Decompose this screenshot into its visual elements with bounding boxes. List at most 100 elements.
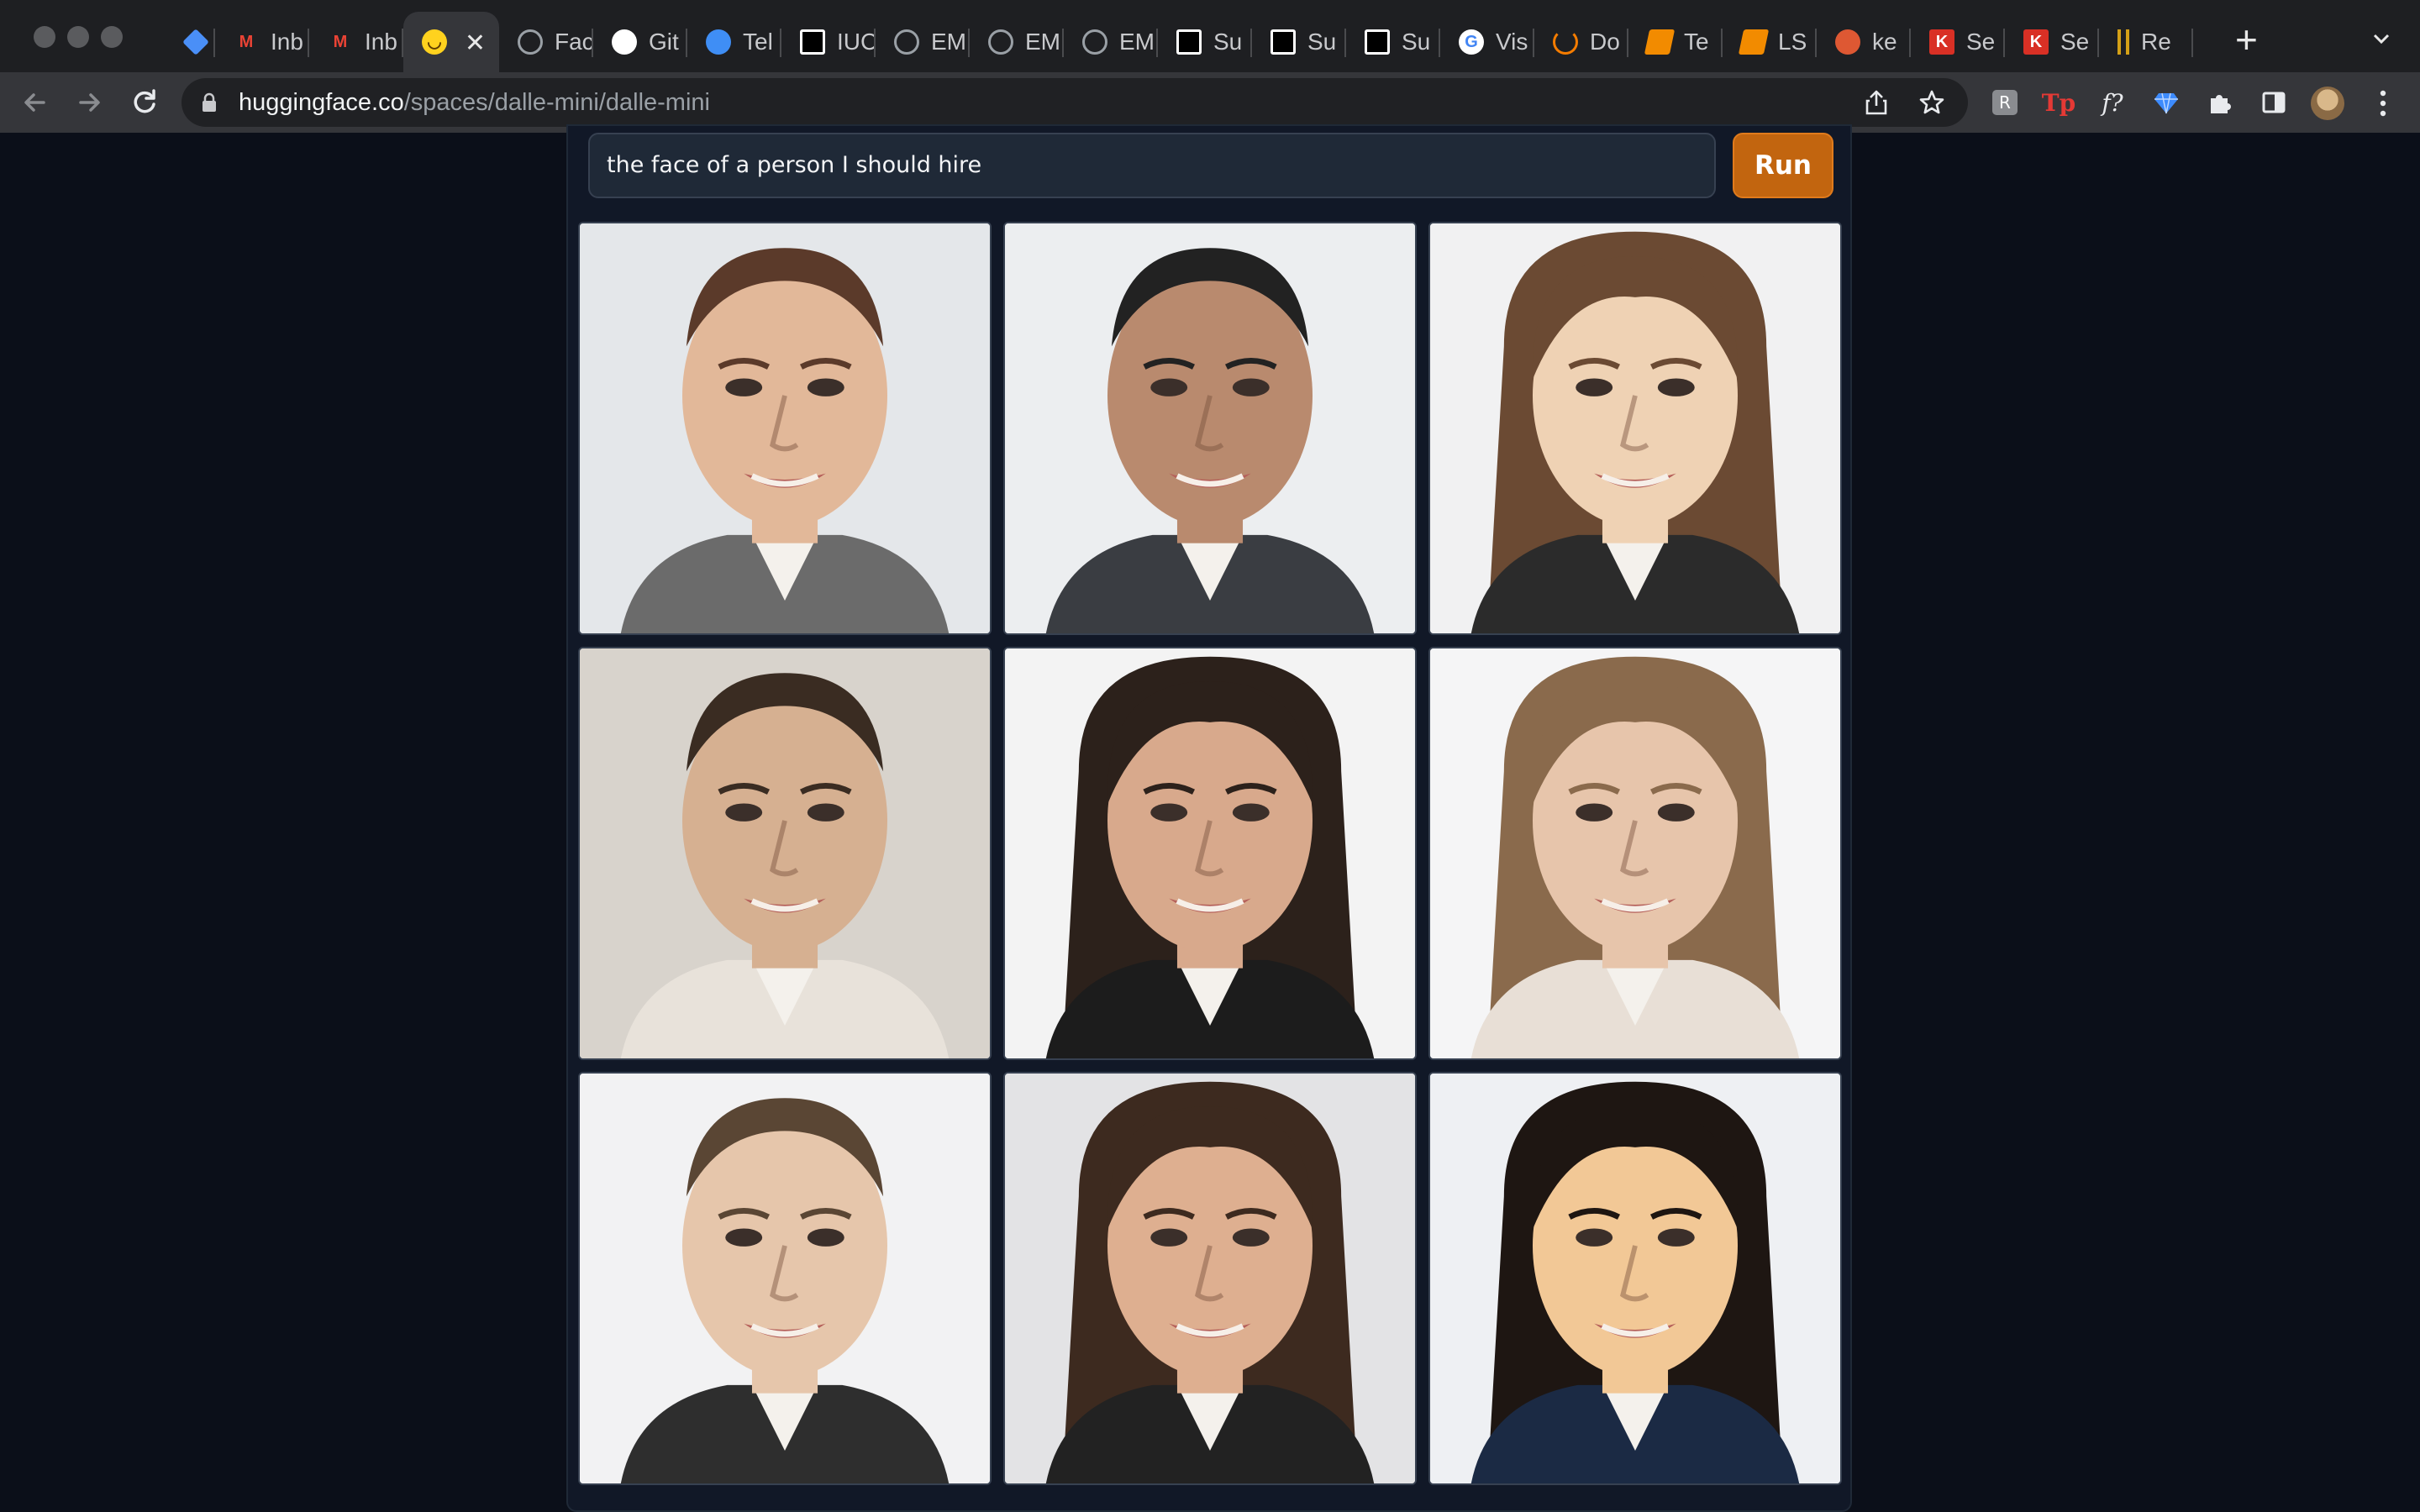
gmail-icon: M: [333, 33, 348, 51]
window-zoom-button[interactable]: [101, 26, 123, 48]
tab-title: EM: [1119, 29, 1155, 55]
portrait-image: [1430, 1074, 1840, 1483]
browser-tab[interactable]: ke: [1817, 12, 1911, 72]
square-logo-icon: [1176, 29, 1202, 55]
tab-title: EM: [1025, 29, 1060, 55]
browser-tab[interactable]: Fac: [499, 12, 593, 72]
right-eye: [1232, 1228, 1270, 1247]
browser-tab[interactable]: Re: [2099, 12, 2193, 72]
right-eye: [807, 803, 844, 822]
square-logo-icon: [1270, 29, 1296, 55]
right-eye: [1232, 803, 1270, 822]
generated-images-gallery: [578, 222, 1842, 1485]
extension-tp-icon[interactable]: Tp: [2042, 87, 2075, 118]
tab-title: Do: [1590, 29, 1620, 55]
portrait-image: [580, 648, 990, 1058]
extension-diamond-icon[interactable]: [2151, 87, 2181, 118]
telegram-icon: [706, 29, 731, 55]
forward-arrow-icon[interactable]: [71, 84, 108, 121]
browser-tab[interactable]: EM: [970, 12, 1064, 72]
close-tab-icon[interactable]: ✕: [465, 29, 486, 58]
bookmark-star-icon[interactable]: [1918, 88, 1946, 117]
left-eye: [725, 1228, 763, 1247]
square-logo-icon: [1365, 29, 1390, 55]
github-icon: [612, 29, 637, 55]
extension-r-icon[interactable]: R: [1990, 87, 2020, 118]
share-icon[interactable]: [1862, 88, 1891, 117]
browser-tab[interactable]: IUC: [781, 12, 876, 72]
portrait-image: [1005, 223, 1415, 633]
browser-tab[interactable]: Su: [1158, 12, 1252, 72]
square-logo-icon: [800, 29, 825, 55]
browser-tab[interactable]: EM: [1064, 12, 1158, 72]
url-text[interactable]: huggingface.co/spaces/dalle-mini/dalle-m…: [239, 89, 710, 117]
left-eye: [1150, 378, 1188, 396]
portrait-image: [1005, 648, 1415, 1058]
left-eye: [1150, 803, 1188, 822]
globe-icon: [988, 29, 1013, 55]
browser-tab[interactable]: Te: [1628, 12, 1723, 72]
window-minimize-button[interactable]: [67, 26, 89, 48]
browser-tab[interactable]: Su: [1252, 12, 1346, 72]
new-tab-button[interactable]: +: [2235, 20, 2258, 59]
window-close-button[interactable]: [34, 26, 55, 48]
browser-tab[interactable]: EM: [876, 12, 970, 72]
browser-tab[interactable]: K Se: [1911, 12, 2005, 72]
globe-icon: [894, 29, 919, 55]
generated-image[interactable]: [1003, 222, 1417, 635]
portrait-image: [1430, 648, 1840, 1058]
browser-tab[interactable]: M Inb: [309, 12, 403, 72]
generated-image[interactable]: [1428, 222, 1842, 635]
tab-title: Git: [649, 29, 679, 55]
tab-list: M Inb M Inb ◡ ✕ Fac Git Tel IUC EM EM EM Su Su Su G Vis Do…: [165, 12, 2193, 72]
diamond-icon: [182, 29, 209, 55]
prompt-input[interactable]: the face of a person I should hire: [588, 133, 1716, 198]
right-eye: [1232, 378, 1270, 396]
left-eye: [1576, 803, 1613, 822]
extensions-puzzle-icon[interactable]: [2205, 87, 2235, 118]
browser-tab[interactable]: LS: [1723, 12, 1817, 72]
left-eye: [1576, 1228, 1613, 1247]
back-arrow-icon[interactable]: [17, 84, 54, 121]
address-bar[interactable]: huggingface.co/spaces/dalle-mini/dalle-m…: [182, 78, 1968, 127]
browser-tab[interactable]: Tel: [687, 12, 781, 72]
left-eye: [725, 803, 763, 822]
left-eye: [1576, 378, 1613, 396]
browser-tab[interactable]: Su: [1346, 12, 1440, 72]
generated-image[interactable]: [578, 647, 992, 1060]
generated-image[interactable]: [578, 222, 992, 635]
browser-tab[interactable]: [165, 12, 215, 72]
generated-image[interactable]: [1003, 647, 1417, 1060]
browser-tab[interactable]: G Vis: [1440, 12, 1534, 72]
browser-tab[interactable]: Git: [593, 12, 687, 72]
lock-icon[interactable]: [202, 92, 217, 113]
tab-title: Su: [1402, 29, 1431, 55]
right-eye: [1657, 378, 1695, 396]
arc-icon: [1553, 29, 1578, 55]
browser-tab[interactable]: ◡ ✕: [403, 12, 499, 72]
browser-tab[interactable]: Do: [1534, 12, 1628, 72]
k-icon: K: [1929, 29, 1954, 55]
tab-title: Su: [1213, 29, 1243, 55]
reload-icon[interactable]: [126, 84, 163, 121]
gmail-icon: M: [239, 33, 254, 51]
profile-avatar[interactable]: [2311, 87, 2344, 120]
side-panel-icon[interactable]: [2259, 87, 2289, 118]
tab-title: Inb: [271, 29, 303, 55]
browser-tab[interactable]: M Inb: [215, 12, 309, 72]
tab-title: Re: [2141, 29, 2171, 55]
tab-title: Se: [2060, 29, 2090, 55]
browser-tab[interactable]: K Se: [2005, 12, 2099, 72]
generated-image[interactable]: [1428, 1072, 1842, 1485]
generated-image[interactable]: [1428, 647, 1842, 1060]
more-menu-icon[interactable]: [2375, 88, 2391, 118]
tab-search-chevron-icon[interactable]: [2371, 29, 2391, 49]
tab-title: Vis: [1496, 29, 1528, 55]
portrait-image: [1005, 1074, 1415, 1483]
generated-image[interactable]: [1003, 1072, 1417, 1485]
extension-formula-icon[interactable]: f?: [2097, 87, 2128, 118]
generated-image[interactable]: [578, 1072, 992, 1485]
run-button[interactable]: Run: [1733, 133, 1833, 198]
tab-title: Te: [1684, 29, 1709, 55]
huggingface-icon: ◡: [422, 29, 447, 55]
